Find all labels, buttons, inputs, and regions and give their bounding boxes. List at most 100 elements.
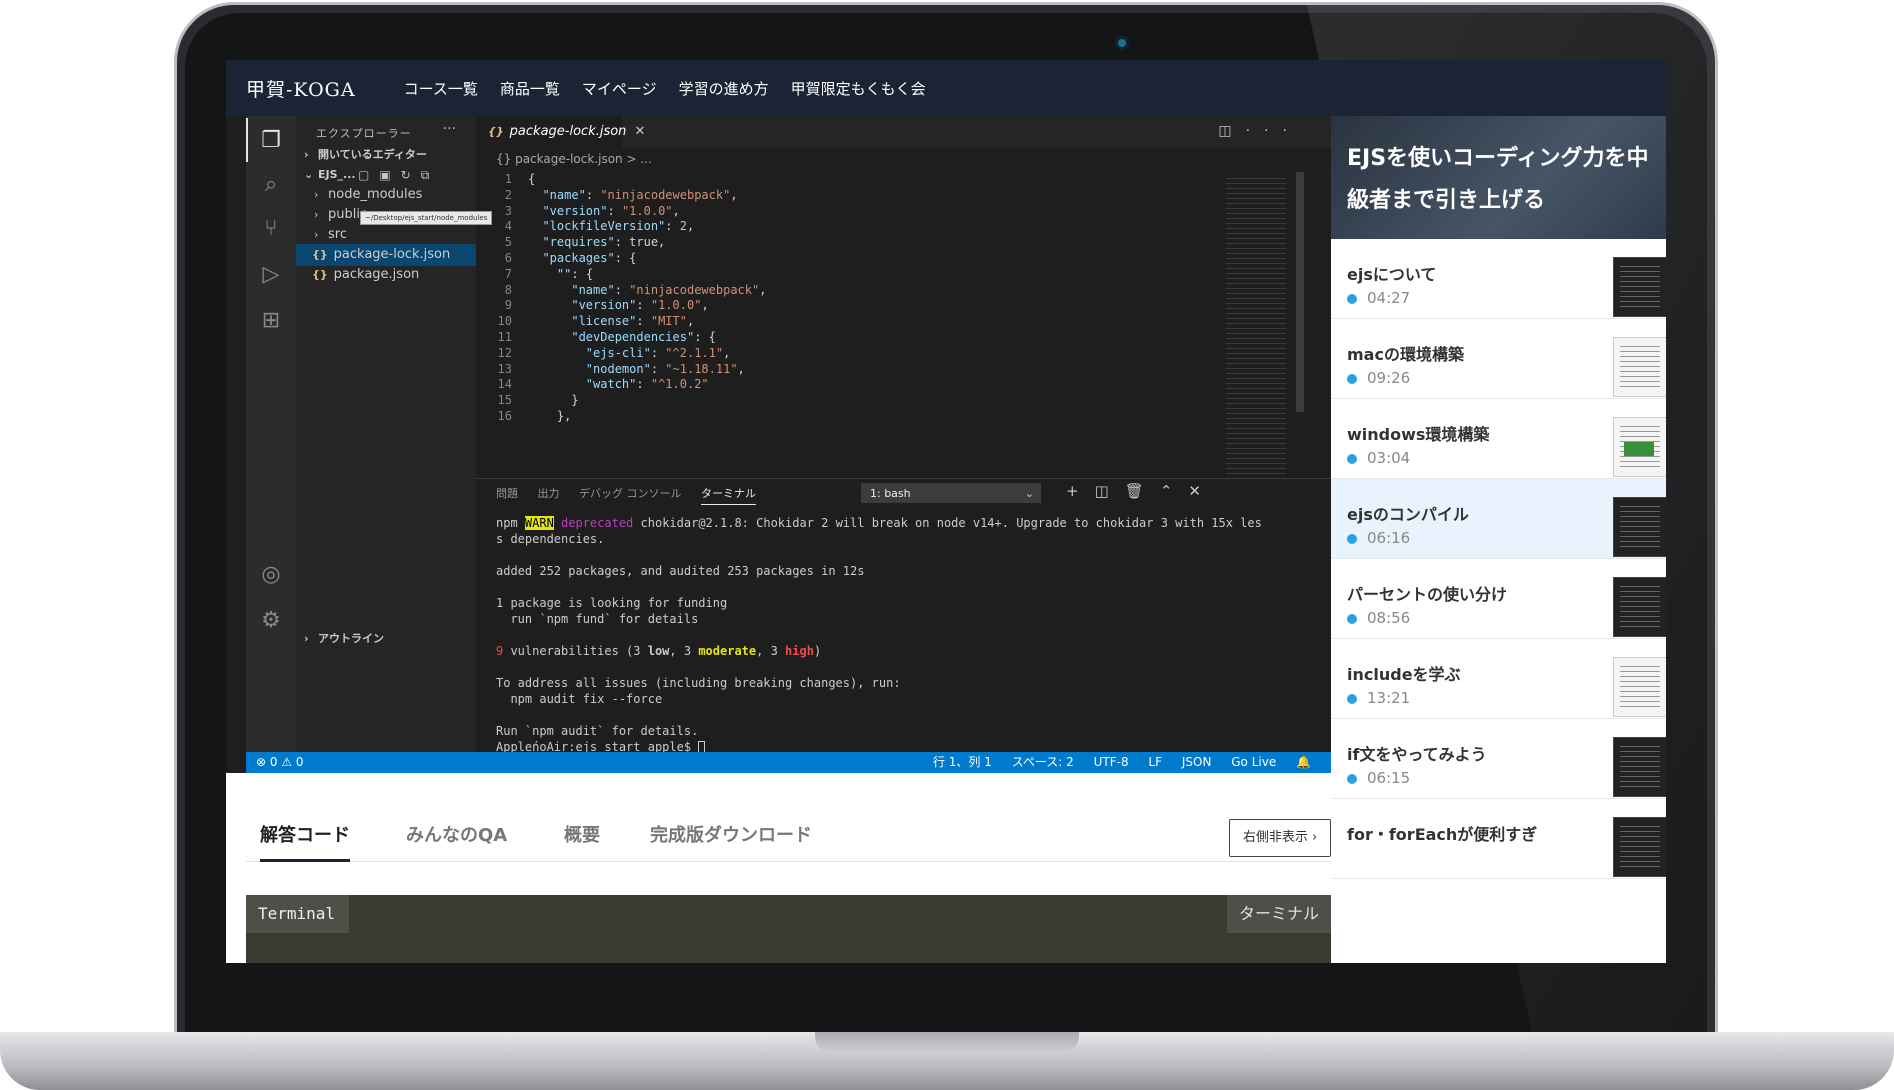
indentation: スペース: 2 (1011, 755, 1074, 769)
encoding: UTF-8 (1093, 755, 1129, 769)
playlist-item[interactable]: includeを学ぶ 13:21 (1331, 639, 1666, 719)
editor-scrollbar (1296, 172, 1304, 412)
site-logo[interactable]: 甲賀-KOGA (246, 75, 356, 102)
cursor-position: 行 1、列 1 (932, 755, 992, 769)
playlist-sidebar: EJSを使いコーディング力を中級者まで引き上げる ejsについて 04:27 mac… (1331, 116, 1666, 963)
playlist-item-duration: 06:16 (1347, 529, 1410, 547)
tree-item-package-lock: {} package-lock.json (296, 244, 476, 266)
playlist-thumbnail (1613, 817, 1666, 877)
split-editor-icon: ◫··· (1218, 123, 1301, 139)
open-editors-section: › 開いているエディター (304, 148, 427, 161)
line-ending: LF (1148, 755, 1163, 769)
nav-how-to-learn[interactable]: 学習の進め方 (679, 78, 769, 99)
playlist-item-duration: 09:26 (1347, 369, 1410, 387)
activity-bar: ❐ ⌕ ⑂ ▷ ⊞ ◎ ⚙ (246, 116, 296, 752)
playlist-thumbnail (1613, 257, 1666, 317)
code-block: Terminal ターミナル (246, 895, 1331, 963)
explorer-title: エクスプローラー (316, 127, 412, 140)
tab-output: 出力 (537, 487, 560, 500)
plus-icon: + (1066, 482, 1079, 500)
panel-tabs: 問題 出力 デバッグ コンソール ターミナル (496, 485, 772, 505)
playlist-item[interactable]: パーセントの使い分け 08:56 (1331, 559, 1666, 639)
nav-products[interactable]: 商品一覧 (500, 78, 560, 99)
path-tooltip: ~/Desktop/ejs_start/node_modules (360, 211, 493, 225)
course-hero: EJSを使いコーディング力を中級者まで引き上げる (1331, 116, 1666, 239)
video-player[interactable]: ❐ ⌕ ⑂ ▷ ⊞ ◎ ⚙ エクスプローラー ··· › 開いているエディター ⌄… (226, 116, 1331, 773)
chevron-down-icon: ⌄ (1024, 487, 1034, 500)
minimap (1226, 176, 1286, 476)
go-live: Go Live (1231, 755, 1277, 769)
source-control-icon: ⑂ (264, 216, 278, 241)
folder-actions: ▢▣↻⧉ (358, 168, 440, 182)
playlist-item-title: if文をやってみよう (1347, 745, 1487, 764)
tab-qa[interactable]: みんなのQA (406, 810, 507, 862)
files-icon: ❐ (261, 128, 281, 153)
trash-icon: 🗑 (1124, 482, 1144, 500)
debug-icon: ▷ (262, 262, 280, 287)
play-dot-icon (1347, 373, 1357, 384)
tree-item-src: › src (314, 227, 347, 242)
split-icon: ◫ (1094, 482, 1109, 500)
laptop-notch (815, 1032, 1079, 1054)
terminal-output: npm WARN deprecated chokidar@2.1.8: Chok… (496, 516, 1262, 754)
more-icon: ··· (442, 121, 456, 137)
playlist-thumbnail (1613, 577, 1666, 637)
hide-sidebar-button[interactable]: 右側非表示 › (1229, 819, 1331, 857)
status-bar: ⊗ 0 ⚠ 0 行 1、列 1 スペース: 2 UTF-8 LF JSON Go… (246, 752, 1331, 773)
playlist-thumbnail (1613, 657, 1666, 717)
playlist-item-title: パーセントの使い分け (1347, 585, 1508, 604)
outline-section: › アウトライン (304, 632, 384, 645)
playlist-item-duration: 04:27 (1347, 289, 1410, 307)
close-icon: ✕ (634, 124, 646, 139)
tree-item-node-modules: › node_modules (314, 187, 423, 202)
playlist-item[interactable]: ejsについて 04:27 (1331, 239, 1666, 319)
playlist-item-title: includeを学ぶ (1347, 665, 1461, 684)
editor-tabs: {} package-lock.json ✕ ◫··· (476, 116, 1331, 148)
playlist-item[interactable]: windows環境構築 03:04 (1331, 399, 1666, 479)
code-block-lang: ターミナル (1226, 895, 1331, 933)
bell-icon: 🔔 (1296, 755, 1311, 769)
close-icon: ✕ (1188, 482, 1201, 500)
play-dot-icon (1347, 773, 1357, 784)
breadcrumb: {} package-lock.json > ... (496, 152, 652, 166)
playlist-item-title: macの環境構築 (1347, 345, 1464, 364)
lesson-tabs: 解答コード みんなのQA 概要 完成版ダウンロード 右側非表示 › (246, 810, 1331, 862)
nav-mypage[interactable]: マイページ (582, 78, 657, 99)
play-dot-icon (1347, 533, 1357, 544)
playlist-thumbnail (1613, 417, 1666, 477)
code-editor: 1{2 "name": "ninjacodewebpack", 3 "versio… (476, 170, 1331, 470)
course-title: EJSを使いコーディング力を中級者まで引き上げる (1347, 146, 1649, 213)
tab-debug-console: デバッグ コンソール (579, 487, 682, 500)
nav-mokumoku[interactable]: 甲賀限定もくもく会 (791, 78, 926, 99)
playlist-item-duration: 08:56 (1347, 609, 1410, 627)
tab-download[interactable]: 完成版ダウンロード (650, 810, 812, 862)
playlist-thumbnail (1613, 497, 1666, 557)
playlist-item-duration: 13:21 (1347, 689, 1410, 707)
playlist-item[interactable]: for・forEachが便利すぎ (1331, 799, 1666, 879)
gear-icon: ⚙ (261, 608, 281, 633)
language-mode: JSON (1181, 755, 1212, 769)
playlist-item[interactable]: if文をやってみよう 06:15 (1331, 719, 1666, 799)
activity-indicator (246, 118, 248, 162)
code-line: 16 }, (497, 409, 572, 423)
terminal-select: 1: bash ⌄ (861, 483, 1041, 503)
tab-answer-code[interactable]: 解答コード (260, 810, 350, 862)
play-dot-icon (1347, 613, 1357, 624)
tab-problems: 問題 (496, 487, 518, 500)
account-icon: ◎ (261, 562, 281, 587)
code-block-label: Terminal (246, 895, 350, 933)
playlist-item[interactable]: ejsのコンパイル 06:16 (1331, 479, 1666, 559)
nav-courses[interactable]: コース一覧 (404, 78, 478, 99)
playlist-thumbnail (1613, 337, 1666, 397)
playlist-item-title: windows環境構築 (1347, 425, 1490, 444)
tab-overview[interactable]: 概要 (564, 810, 600, 862)
extensions-icon: ⊞ (261, 308, 281, 333)
playlist-item-duration: 03:04 (1347, 449, 1410, 467)
playlist-item[interactable]: macの環境構築 09:26 (1331, 319, 1666, 399)
top-navbar: 甲賀-KOGA コース一覧 商品一覧 マイページ 学習の進め方 甲賀限定もくもく… (226, 60, 1666, 116)
play-dot-icon (1347, 453, 1357, 464)
play-dot-icon (1347, 693, 1357, 704)
tree-item-package-json: {} package.json (312, 267, 420, 282)
webcam-icon (1115, 36, 1129, 50)
playlist-item-duration: 06:15 (1347, 769, 1410, 787)
